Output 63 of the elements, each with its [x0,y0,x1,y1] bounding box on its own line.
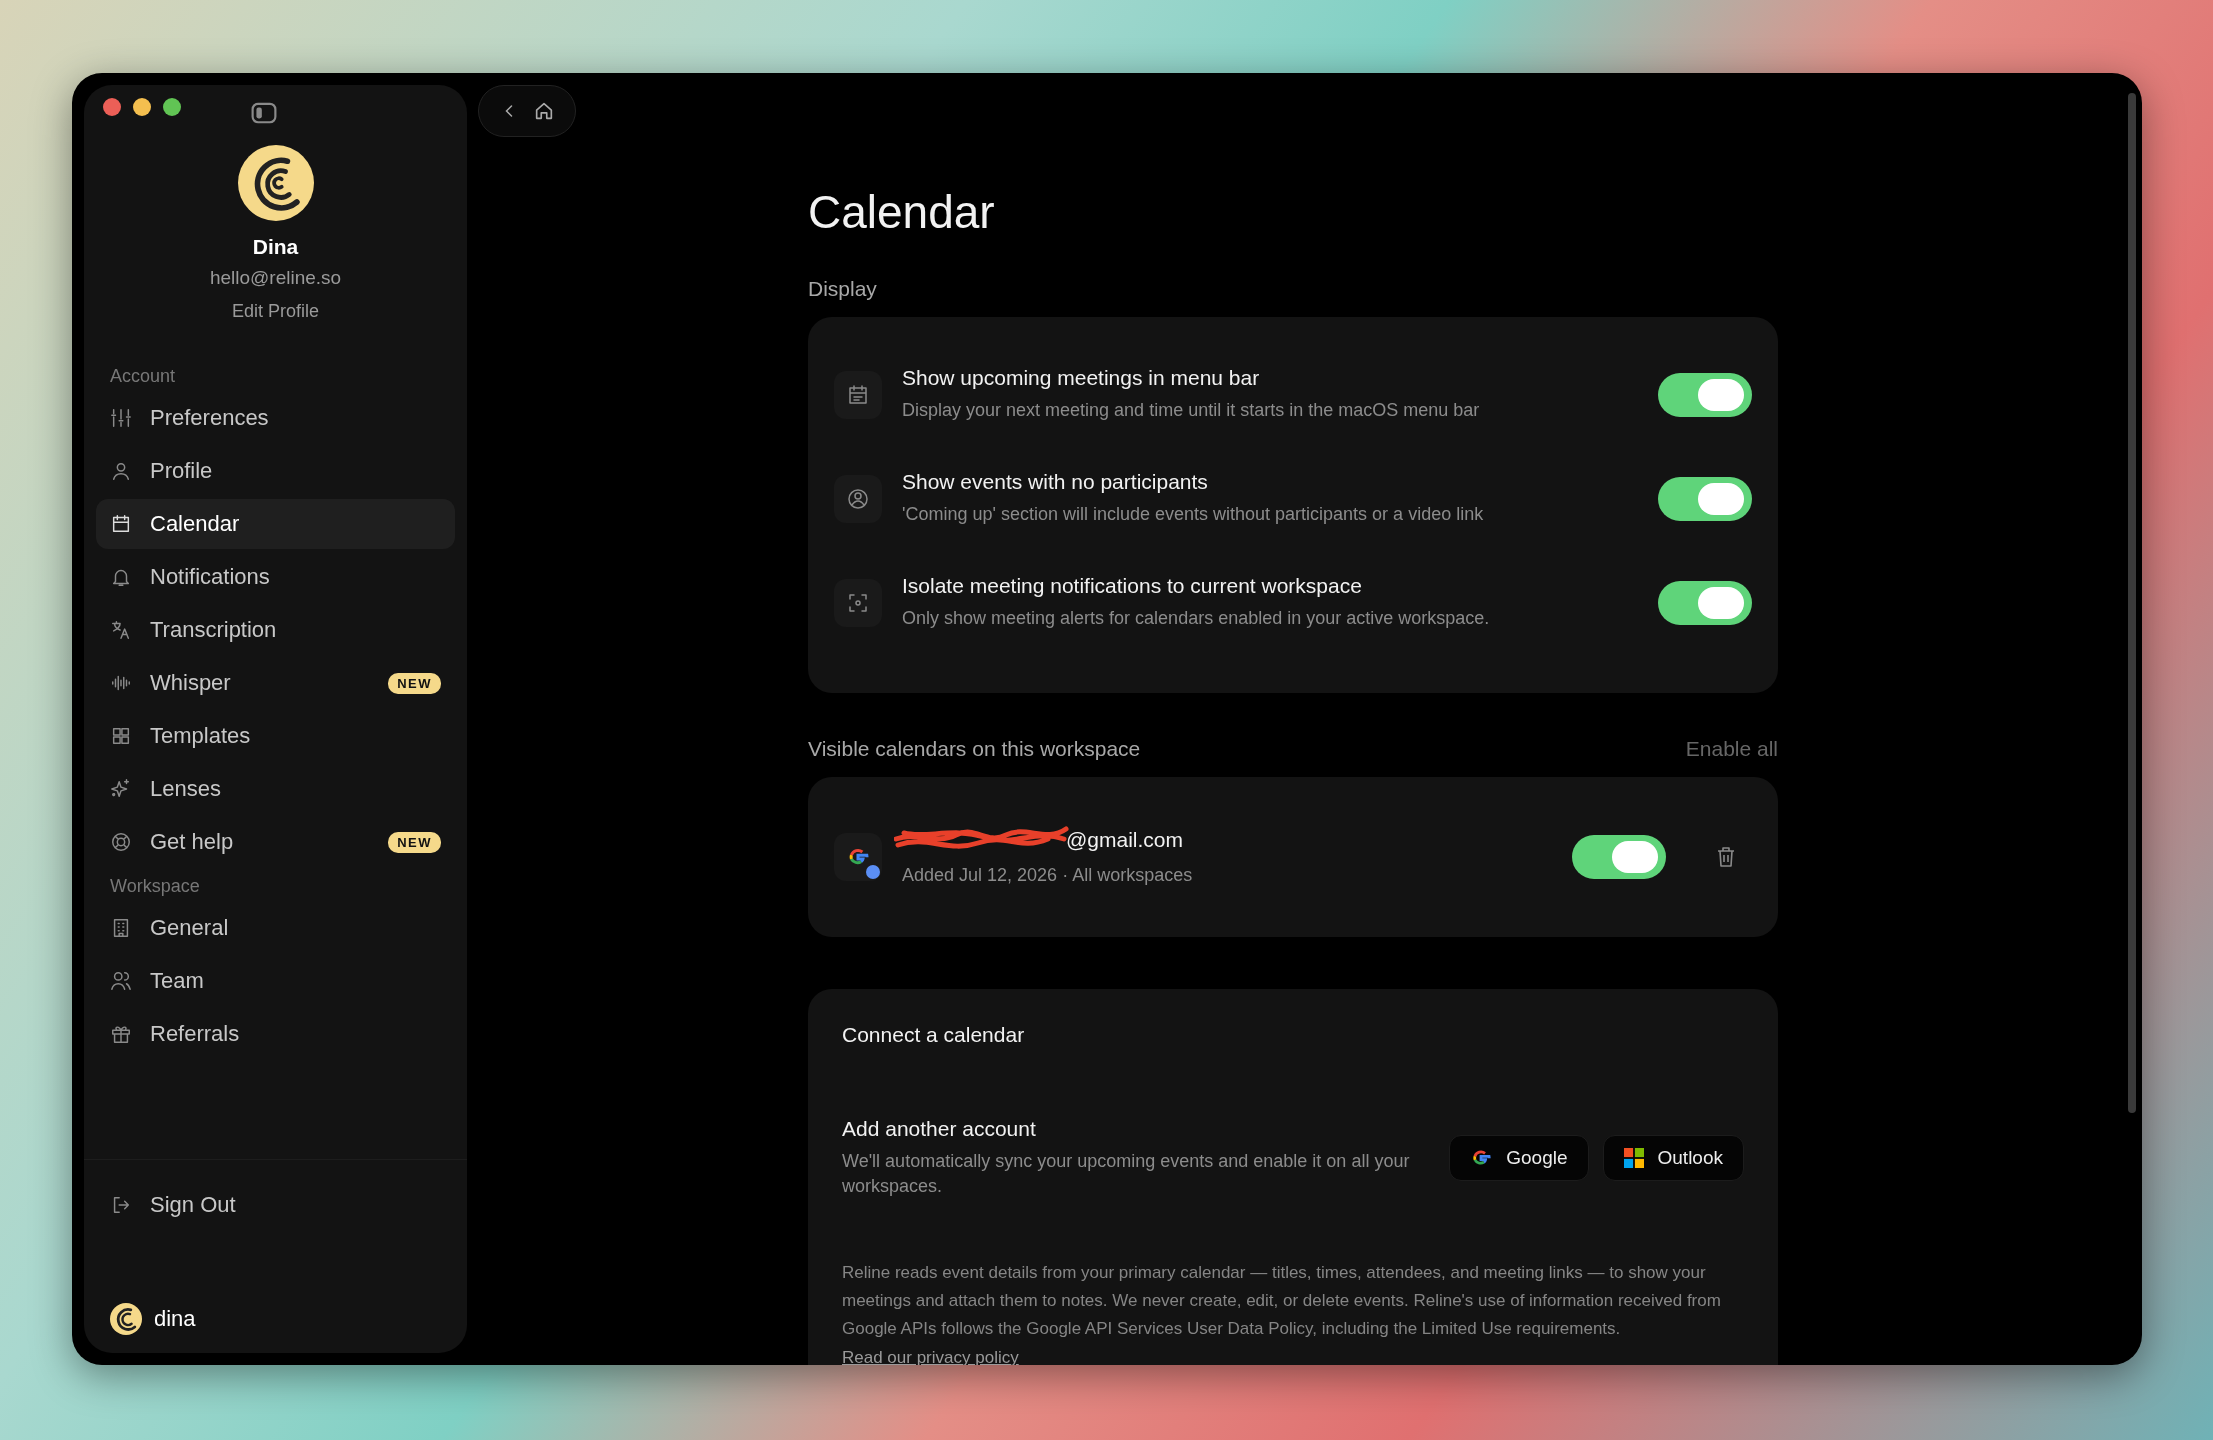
profile-email: hello@reline.so [209,267,342,289]
enable-all-link[interactable]: Enable all [1685,737,1778,761]
lifebuoy-icon [110,831,132,853]
edit-profile-link[interactable]: Edit Profile [227,299,323,324]
sidebar-item[interactable]: Team [96,956,455,1006]
calendar-icon [110,513,132,535]
gift-icon [110,1023,132,1045]
setting-description: Display your next meeting and time until it starts in the macOS menu bar [902,399,1481,423]
people-icon [110,970,132,992]
google-account-icon [834,833,882,881]
sidebar-item[interactable]: Get help NEW [96,817,455,867]
window-control[interactable] [163,98,181,116]
add-account-title: Add another account [842,1117,1037,1141]
outlook-button[interactable]: Outlook [1602,1135,1744,1182]
translate-icon [110,619,132,641]
toggle-switch[interactable] [1658,373,1752,417]
setting-description: 'Coming up' section will include events without participants or a video link [902,503,1485,527]
home-icon[interactable] [533,100,555,122]
sidebar-toggle-icon[interactable] [251,102,277,124]
account-email: @gmail.com [1066,828,1183,853]
profile-name: Dina [252,235,299,259]
logo-avatar-icon [237,145,314,221]
sidebar-item[interactable]: Notifications [96,552,455,602]
setting-description: Only show meeting alerts for calendars enabled in your active workspace. [902,607,1491,631]
sliders-icon [110,407,132,429]
account-details: Added Jul 12, 2026 · All workspaces [902,864,1194,888]
page-title: Calendar [808,185,996,239]
grid-icon [110,725,132,747]
sidebar-item[interactable]: Preferences [96,393,455,443]
sidebar-item[interactable]: Templates [96,711,455,761]
section-heading: Account [109,365,177,388]
google-button[interactable]: Google [1449,1135,1589,1182]
toggle-switch[interactable] [1658,477,1752,521]
scrollbar[interactable] [2128,93,2136,1113]
sidebar-item[interactable]: Whisper NEW [96,658,455,708]
setting-title: Show events with no participants [902,470,1209,495]
calendar-icon [846,383,870,407]
four-squares-logo-icon [1623,1148,1644,1169]
focus-icon [846,591,870,615]
user-name: dina [154,1306,196,1332]
sidebar-item[interactable]: Transcription [96,605,455,655]
new-badge: NEW [388,672,441,694]
section-label: Display [808,277,878,301]
new-badge: NEW [388,831,441,853]
window-control[interactable] [133,98,151,116]
add-account-description: We'll automatically sync your upcoming events and enable it on all your workspaces. [842,1150,1411,1199]
sidebar-item[interactable]: Referrals [96,1009,455,1059]
logo-avatar-icon [110,1303,142,1335]
section-label: Visible calendars on this workspace [808,737,1141,761]
sidebar-item[interactable]: Lenses [96,764,455,814]
sparkle-icon [110,778,132,800]
sidebar-item[interactable]: Profile [96,446,455,496]
sidebar-item[interactable]: General [96,903,455,953]
toggle-switch[interactable] [1658,581,1752,625]
sidebar-item[interactable]: Calendar [96,499,455,549]
window-control[interactable] [103,98,121,116]
sign-out-item[interactable]: Sign Out [96,1180,455,1230]
person-icon [110,460,132,482]
setting-title: Show upcoming meetings in menu bar [902,366,1261,391]
setting-title: Isolate meeting notifications to current workspace [902,574,1363,599]
section-heading: Workspace [109,875,201,898]
card-title: Connect a calendar [842,1023,1026,1047]
toggle-switch[interactable] [1572,835,1666,879]
